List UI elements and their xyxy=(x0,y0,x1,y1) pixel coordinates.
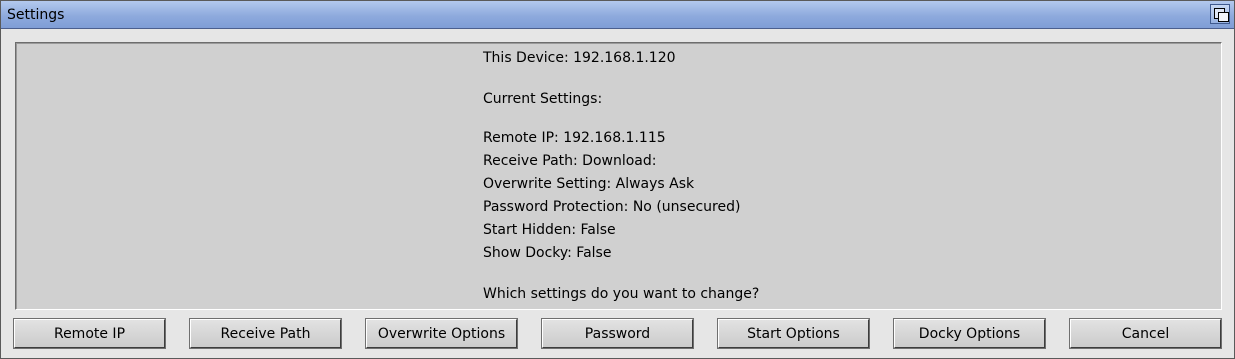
password-button[interactable]: Password xyxy=(542,319,693,348)
current-settings-heading: Current Settings: xyxy=(483,91,603,107)
receive-path-button[interactable]: Receive Path xyxy=(190,319,341,348)
overwrite-options-button[interactable]: Overwrite Options xyxy=(366,319,517,348)
settings-info-panel: This Device: 192.168.1.120 Current Setti… xyxy=(15,42,1222,310)
overwrite-setting-text: Overwrite Setting: Always Ask xyxy=(483,176,695,192)
window-title: Settings xyxy=(7,7,65,23)
receive-path-text: Receive Path: Download: xyxy=(483,153,657,169)
title-bar[interactable]: Settings xyxy=(1,1,1234,29)
remote-ip-text: Remote IP: 192.168.1.115 xyxy=(483,130,666,146)
depth-front-square xyxy=(1218,12,1229,22)
start-hidden-text: Start Hidden: False xyxy=(483,222,616,238)
remote-ip-button[interactable]: Remote IP xyxy=(14,319,165,348)
password-protection-text: Password Protection: No (unsecured) xyxy=(483,199,741,215)
docky-options-button[interactable]: Docky Options xyxy=(894,319,1045,348)
question-text: Which settings do you want to change? xyxy=(483,286,760,302)
settings-window: Settings This Device: 192.168.1.120 Curr… xyxy=(0,0,1235,359)
start-options-button[interactable]: Start Options xyxy=(718,319,869,348)
cancel-button[interactable]: Cancel xyxy=(1070,319,1221,348)
device-ip-text: This Device: 192.168.1.120 xyxy=(483,50,676,66)
window-depth-icon[interactable] xyxy=(1210,4,1230,24)
show-docky-text: Show Docky: False xyxy=(483,245,612,261)
